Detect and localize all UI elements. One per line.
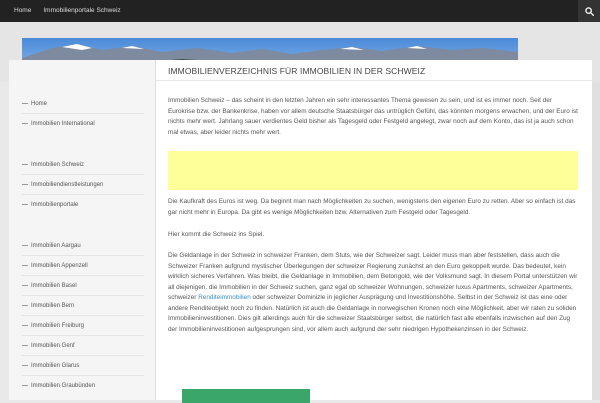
sidebar-item-international[interactable]: Immobilien International — [22, 115, 144, 133]
dash-icon — [22, 102, 28, 104]
right-gutter — [592, 82, 600, 400]
sidebar-item-bern[interactable]: Immobilien Bern — [22, 297, 144, 315]
sidebar-item-glarus[interactable]: Immobilien Glarus — [22, 357, 144, 375]
divider — [22, 335, 144, 336]
sidebar-item-genf[interactable]: Immobilien Genf — [22, 337, 144, 355]
green-banner-button[interactable] — [182, 389, 310, 403]
sidebar-item-label: Immobilien International — [31, 121, 95, 127]
dash-icon — [22, 203, 28, 205]
advertisement-box[interactable] — [168, 151, 578, 190]
sidebar-item-label: Immobilien Freiburg — [31, 323, 85, 329]
sidebar-item-dienstleistungen[interactable]: Immobiliendienstleistungen — [22, 176, 144, 194]
divider — [22, 295, 144, 296]
dash-icon — [22, 163, 28, 165]
sidebar-item-basel[interactable]: Immobilien Basel — [22, 277, 144, 295]
divider — [22, 255, 144, 256]
top-nav-bar: Home Immobilienportale Schweiz — [0, 0, 600, 22]
sidebar-item-home[interactable]: Home — [22, 95, 144, 113]
sidebar-item-label: Immobilien Genf — [31, 343, 75, 349]
schweiz-paragraph: Hier kommt die Schweiz ins Spiel. — [168, 231, 265, 238]
sidebar-item-label: Immobilien Appenzell — [31, 263, 88, 269]
dash-icon — [22, 324, 28, 326]
sidebar-item-freiburg[interactable]: Immobilien Freiburg — [22, 317, 144, 335]
divider — [22, 194, 144, 195]
sidebar-item-schweiz[interactable]: Immobilien Schweiz — [22, 156, 144, 174]
dash-icon — [22, 304, 28, 306]
search-icon — [584, 6, 594, 16]
sidebar-item-label: Immobiliendienstleistungen — [31, 182, 104, 188]
top-nav: Home Immobilienportale Schweiz — [8, 0, 127, 22]
sidebar-item-label: Immobilien Basel — [31, 283, 77, 289]
sidebar-item-label: Immobilien Schweiz — [31, 162, 85, 168]
divider — [156, 80, 592, 81]
divider — [22, 375, 144, 376]
sidebar-item-aargau[interactable]: Immobilien Aargau — [22, 237, 144, 255]
dash-icon — [22, 122, 28, 124]
dash-icon — [22, 344, 28, 346]
sidebar-item-label: Immobilien Glarus — [31, 363, 80, 369]
sidebar: Home Immobilien International Immobilien… — [9, 60, 156, 400]
divider — [22, 315, 144, 316]
sidebar-item-label: Immobilien Bern — [31, 303, 75, 309]
main-content: IMMOBILIENVERZEICHNIS FÜR IMMOBILIEN IN … — [156, 60, 592, 403]
divider — [22, 355, 144, 356]
sidebar-item-label: Immobilienportale — [31, 202, 79, 208]
sidebar-item-graubuenden[interactable]: Immobilien Graubünden — [22, 377, 144, 395]
kaufkraft-paragraph: Die Kaufkraft des Euros ist weg. Da begi… — [168, 198, 576, 216]
divider — [22, 113, 144, 114]
intro-paragraph: Immobilien Schweiz – das scheint in den … — [168, 97, 578, 136]
dash-icon — [22, 264, 28, 266]
renditeimmobilien-link[interactable]: Renditeimmobilien — [198, 294, 251, 301]
sidebar-item-appenzell[interactable]: Immobilien Appenzell — [22, 257, 144, 275]
sidebar-item-label: Immobilien Graubünden — [31, 383, 96, 389]
page-title: IMMOBILIENVERZEICHNIS FÜR IMMOBILIEN IN … — [168, 66, 426, 76]
top-nav-home-link[interactable]: Home — [8, 0, 37, 22]
geldanlage-paragraph: Die Geldanlage in der Schweiz in schweiz… — [168, 251, 578, 335]
dash-icon — [22, 364, 28, 366]
dash-icon — [22, 183, 28, 185]
search-button[interactable] — [578, 0, 600, 22]
divider — [22, 174, 144, 175]
dash-icon — [22, 244, 28, 246]
divider — [22, 275, 144, 276]
top-nav-immobilienportale-link[interactable]: Immobilienportale Schweiz — [37, 0, 126, 22]
sidebar-item-label: Home — [31, 101, 48, 107]
dash-icon — [22, 384, 28, 386]
dash-icon — [22, 284, 28, 286]
sidebar-item-portale[interactable]: Immobilienportale — [22, 196, 144, 214]
sidebar-item-label: Immobilien Aargau — [31, 243, 81, 249]
